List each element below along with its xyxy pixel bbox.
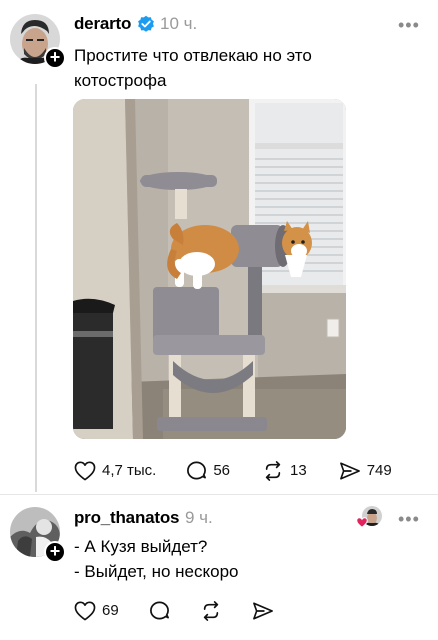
post-actions: 4,7 тыс. 56 13 749	[74, 460, 392, 481]
reply-follow-plus-icon[interactable]: +	[44, 541, 66, 563]
like-count: 4,7 тыс.	[102, 462, 157, 479]
verified-badge-icon	[137, 15, 155, 33]
follow-plus-icon[interactable]: +	[44, 47, 66, 69]
share-button[interactable]: 749	[339, 461, 392, 481]
reply-comment-button[interactable]	[149, 600, 170, 621]
repost-count: 13	[290, 462, 307, 479]
post-username[interactable]: derarto	[74, 14, 131, 34]
reply-actions: 69	[74, 600, 274, 621]
reply-like-button[interactable]: 69	[74, 601, 119, 621]
post-divider	[0, 494, 438, 495]
comment-bubble-icon	[149, 601, 169, 620]
repost-button[interactable]: 13	[262, 460, 307, 481]
reply-text-line-1: - А Кузя выйдет?	[74, 537, 208, 556]
send-arrow-icon	[252, 601, 273, 620]
comment-bubble-icon	[187, 461, 207, 480]
reply-like-count: 69	[102, 602, 119, 619]
comment-count: 56	[213, 462, 231, 479]
repost-arrows-icon	[203, 600, 218, 621]
liked-by-author-indicator	[356, 506, 384, 530]
reply-share-button[interactable]	[252, 601, 274, 621]
heart-icon	[74, 461, 96, 480]
reply-repost-button[interactable]	[200, 600, 222, 621]
repost-arrows-icon	[265, 460, 281, 481]
post-text-line-2: котострофа	[74, 71, 167, 90]
like-button[interactable]: 4,7 тыс.	[74, 461, 156, 481]
red-heart-icon	[356, 517, 368, 528]
send-arrow-icon	[339, 461, 360, 480]
share-count: 749	[366, 462, 392, 479]
reply-text-line-2: - Выйдет, но нескоро	[74, 562, 239, 581]
post-text-line-1: Простите что отвлекаю но это	[74, 46, 312, 65]
thread-line	[35, 84, 37, 492]
reply-time: 9 ч.	[185, 508, 213, 527]
reply-username[interactable]: pro_thanatos	[74, 508, 179, 528]
heart-icon	[74, 601, 96, 620]
more-dots-icon[interactable]: •••	[398, 16, 420, 34]
cat-tree-photo	[73, 99, 346, 439]
post-image[interactable]	[73, 99, 346, 439]
comment-button[interactable]: 56	[186, 460, 230, 481]
post-time: 10 ч.	[160, 14, 198, 33]
reply-more-dots-icon[interactable]: •••	[398, 510, 420, 528]
